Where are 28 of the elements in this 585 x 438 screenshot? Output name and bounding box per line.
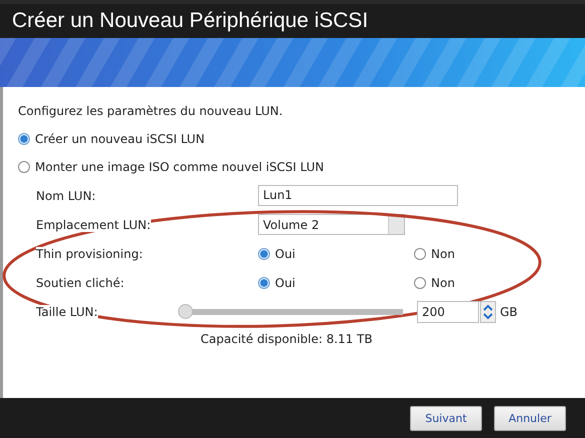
field-label: Taille LUN: [36, 304, 98, 318]
dialog-button[interactable]: Suivant [410, 406, 482, 430]
size-field[interactable]: 200 [417, 300, 479, 322]
field-label: Soutien cliché: [36, 276, 124, 290]
window-title: Créer un Nouveau Périphérique iSCSI [12, 9, 368, 33]
radio-button[interactable] [258, 248, 270, 260]
dialog-button[interactable]: Annuler [494, 406, 566, 430]
radio-label[interactable]: Créer un nouveau iSCSI LUN [35, 132, 205, 146]
radio-button[interactable] [18, 161, 30, 173]
field-label: Emplacement LUN: [36, 218, 151, 232]
radio-label[interactable]: Monter une image ISO comme nouvel iSCSI LUN [35, 160, 324, 174]
field-label: Thin provisioning: [36, 246, 143, 260]
lun-name-field[interactable]: Lun1 [258, 185, 458, 206]
field-label: Nom LUN: [36, 188, 96, 202]
radio-button[interactable] [414, 276, 426, 288]
radio-label[interactable]: Non [431, 276, 455, 290]
intro-text: Configurez les paramètres du nouveau LUN. [18, 104, 283, 118]
radio-button[interactable] [258, 276, 270, 288]
radio-button[interactable] [414, 248, 426, 260]
radio-label[interactable]: Oui [275, 246, 296, 260]
radio-label[interactable]: Non [431, 246, 455, 260]
slider-thumb[interactable] [178, 304, 193, 318]
capacity-text: Capacité disponible: 8.11 TB [200, 332, 374, 346]
spinner-icon[interactable] [480, 300, 496, 322]
radio-label[interactable]: Oui [275, 276, 296, 290]
location-dropdown[interactable]: Volume 2 [258, 214, 405, 235]
unit-label: GB [500, 304, 518, 318]
radio-button[interactable] [18, 133, 30, 145]
